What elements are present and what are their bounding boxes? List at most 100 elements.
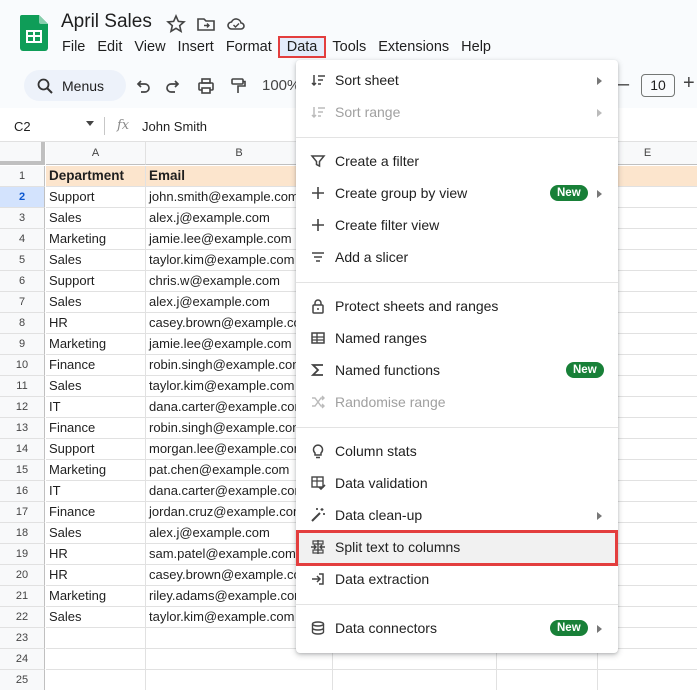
menu-view[interactable]: View xyxy=(128,36,171,58)
menu-extensions[interactable]: Extensions xyxy=(372,36,455,58)
menu-insert[interactable]: Insert xyxy=(172,36,220,58)
department-cell[interactable]: Finance xyxy=(46,418,146,439)
undo-icon[interactable] xyxy=(132,76,152,96)
department-cell[interactable]: Marketing xyxy=(46,460,146,481)
document-title[interactable]: April Sales xyxy=(61,11,152,33)
row-header[interactable]: 22 xyxy=(0,607,45,628)
row-header[interactable]: 2 xyxy=(0,187,45,208)
department-cell[interactable] xyxy=(46,649,146,670)
row-header[interactable]: 23 xyxy=(0,628,45,649)
row-header[interactable]: 6 xyxy=(0,271,45,292)
menu-item-label: Data extraction xyxy=(335,571,430,587)
department-cell[interactable]: Sales xyxy=(46,523,146,544)
menu-item-protect-sheets-and-ranges[interactable]: Protect sheets and ranges xyxy=(296,290,618,322)
department-cell[interactable]: HR xyxy=(46,544,146,565)
department-cell[interactable]: Support xyxy=(46,187,146,208)
row-header[interactable]: 7 xyxy=(0,292,45,313)
name-box[interactable]: C2 xyxy=(14,119,31,134)
row-header[interactable]: 3 xyxy=(0,208,45,229)
department-cell[interactable] xyxy=(46,670,146,690)
row-header[interactable]: 13 xyxy=(0,418,45,439)
menu-separator xyxy=(296,604,618,605)
department-cell[interactable]: Marketing xyxy=(46,586,146,607)
menu-item-create-a-filter[interactable]: Create a filter xyxy=(296,145,618,177)
row-header[interactable]: 5 xyxy=(0,250,45,271)
department-cell[interactable]: IT xyxy=(46,397,146,418)
formula-input[interactable]: John Smith xyxy=(142,119,207,134)
menu-format[interactable]: Format xyxy=(220,36,278,58)
row-header[interactable]: 25 xyxy=(0,670,45,690)
row-header[interactable]: 24 xyxy=(0,649,45,670)
department-cell[interactable]: Marketing xyxy=(46,334,146,355)
redo-icon[interactable] xyxy=(164,76,184,96)
menu-data[interactable]: Data xyxy=(277,36,327,58)
row-header[interactable]: 12 xyxy=(0,397,45,418)
row-header[interactable]: 11 xyxy=(0,376,45,397)
header-cell[interactable]: Department xyxy=(46,166,146,187)
row-header[interactable]: 15 xyxy=(0,460,45,481)
empty-cell[interactable] xyxy=(497,670,598,690)
row-header[interactable]: 18 xyxy=(0,523,45,544)
department-cell[interactable]: Sales xyxy=(46,376,146,397)
row-header[interactable]: 9 xyxy=(0,334,45,355)
menu-item-named-ranges[interactable]: Named ranges xyxy=(296,322,618,354)
department-cell[interactable]: Sales xyxy=(46,208,146,229)
row-header[interactable]: 19 xyxy=(0,544,45,565)
menu-item-data-connectors[interactable]: Data connectors New xyxy=(296,612,618,644)
submenu-arrow-icon xyxy=(597,190,602,198)
move-folder-icon[interactable] xyxy=(196,14,216,34)
menu-item-create-group-by-view[interactable]: Create group by view New xyxy=(296,177,618,209)
menu-item-create-filter-view[interactable]: Create filter view xyxy=(296,209,618,241)
menu-help[interactable]: Help xyxy=(455,36,497,58)
row-header[interactable]: 16 xyxy=(0,481,45,502)
select-all-corner[interactable] xyxy=(0,142,45,165)
increase-font-size-button[interactable]: + xyxy=(683,72,695,95)
department-cell[interactable]: IT xyxy=(46,481,146,502)
menu-item-column-stats[interactable]: Column stats xyxy=(296,435,618,467)
paint-format-icon[interactable] xyxy=(228,76,248,96)
row-header[interactable]: 17 xyxy=(0,502,45,523)
sheets-logo-icon[interactable] xyxy=(20,15,48,51)
menus-search-button[interactable]: Menus xyxy=(24,70,126,101)
empty-cell[interactable] xyxy=(598,670,697,690)
menu-item-data-validation[interactable]: Data validation xyxy=(296,467,618,499)
department-cell[interactable]: Support xyxy=(46,271,146,292)
row-header[interactable]: 1 xyxy=(0,166,45,187)
star-icon[interactable] xyxy=(166,14,186,34)
department-cell[interactable] xyxy=(46,628,146,649)
menu-item-data-extraction[interactable]: Data extraction xyxy=(296,563,618,595)
empty-cell[interactable] xyxy=(333,670,497,690)
decrease-font-size-button[interactable]: – xyxy=(618,73,629,96)
zoom-select[interactable]: 100% xyxy=(262,77,300,94)
row-header[interactable]: 21 xyxy=(0,586,45,607)
menu-item-add-a-slicer[interactable]: Add a slicer xyxy=(296,241,618,273)
department-cell[interactable]: HR xyxy=(46,313,146,334)
menu-edit[interactable]: Edit xyxy=(91,36,128,58)
shuffle-icon xyxy=(312,395,325,409)
menu-item-data-clean-up[interactable]: Data clean-up xyxy=(296,499,618,531)
row-header[interactable]: 14 xyxy=(0,439,45,460)
name-box-dropdown-icon[interactable] xyxy=(86,121,94,126)
department-cell[interactable]: Sales xyxy=(46,250,146,271)
row-header[interactable]: 10 xyxy=(0,355,45,376)
menu-item-sort-sheet[interactable]: Sort sheet xyxy=(296,64,618,96)
department-cell[interactable]: HR xyxy=(46,565,146,586)
menu-item-split-text-to-columns[interactable]: Split text to columns xyxy=(296,531,618,563)
email-cell[interactable] xyxy=(146,670,333,690)
column-header-a[interactable]: A xyxy=(46,142,146,165)
department-cell[interactable]: Sales xyxy=(46,607,146,628)
department-cell[interactable]: Sales xyxy=(46,292,146,313)
menu-file[interactable]: File xyxy=(56,36,91,58)
print-icon[interactable] xyxy=(196,76,216,96)
font-size-input[interactable]: 10 xyxy=(641,74,675,97)
department-cell[interactable]: Finance xyxy=(46,355,146,376)
department-cell[interactable]: Finance xyxy=(46,502,146,523)
menu-item-named-functions[interactable]: Named functions New xyxy=(296,354,618,386)
menu-tools[interactable]: Tools xyxy=(326,36,372,58)
department-cell[interactable]: Support xyxy=(46,439,146,460)
department-cell[interactable]: Marketing xyxy=(46,229,146,250)
row-header[interactable]: 8 xyxy=(0,313,45,334)
row-header[interactable]: 20 xyxy=(0,565,45,586)
cloud-status-icon[interactable] xyxy=(226,14,246,34)
row-header[interactable]: 4 xyxy=(0,229,45,250)
